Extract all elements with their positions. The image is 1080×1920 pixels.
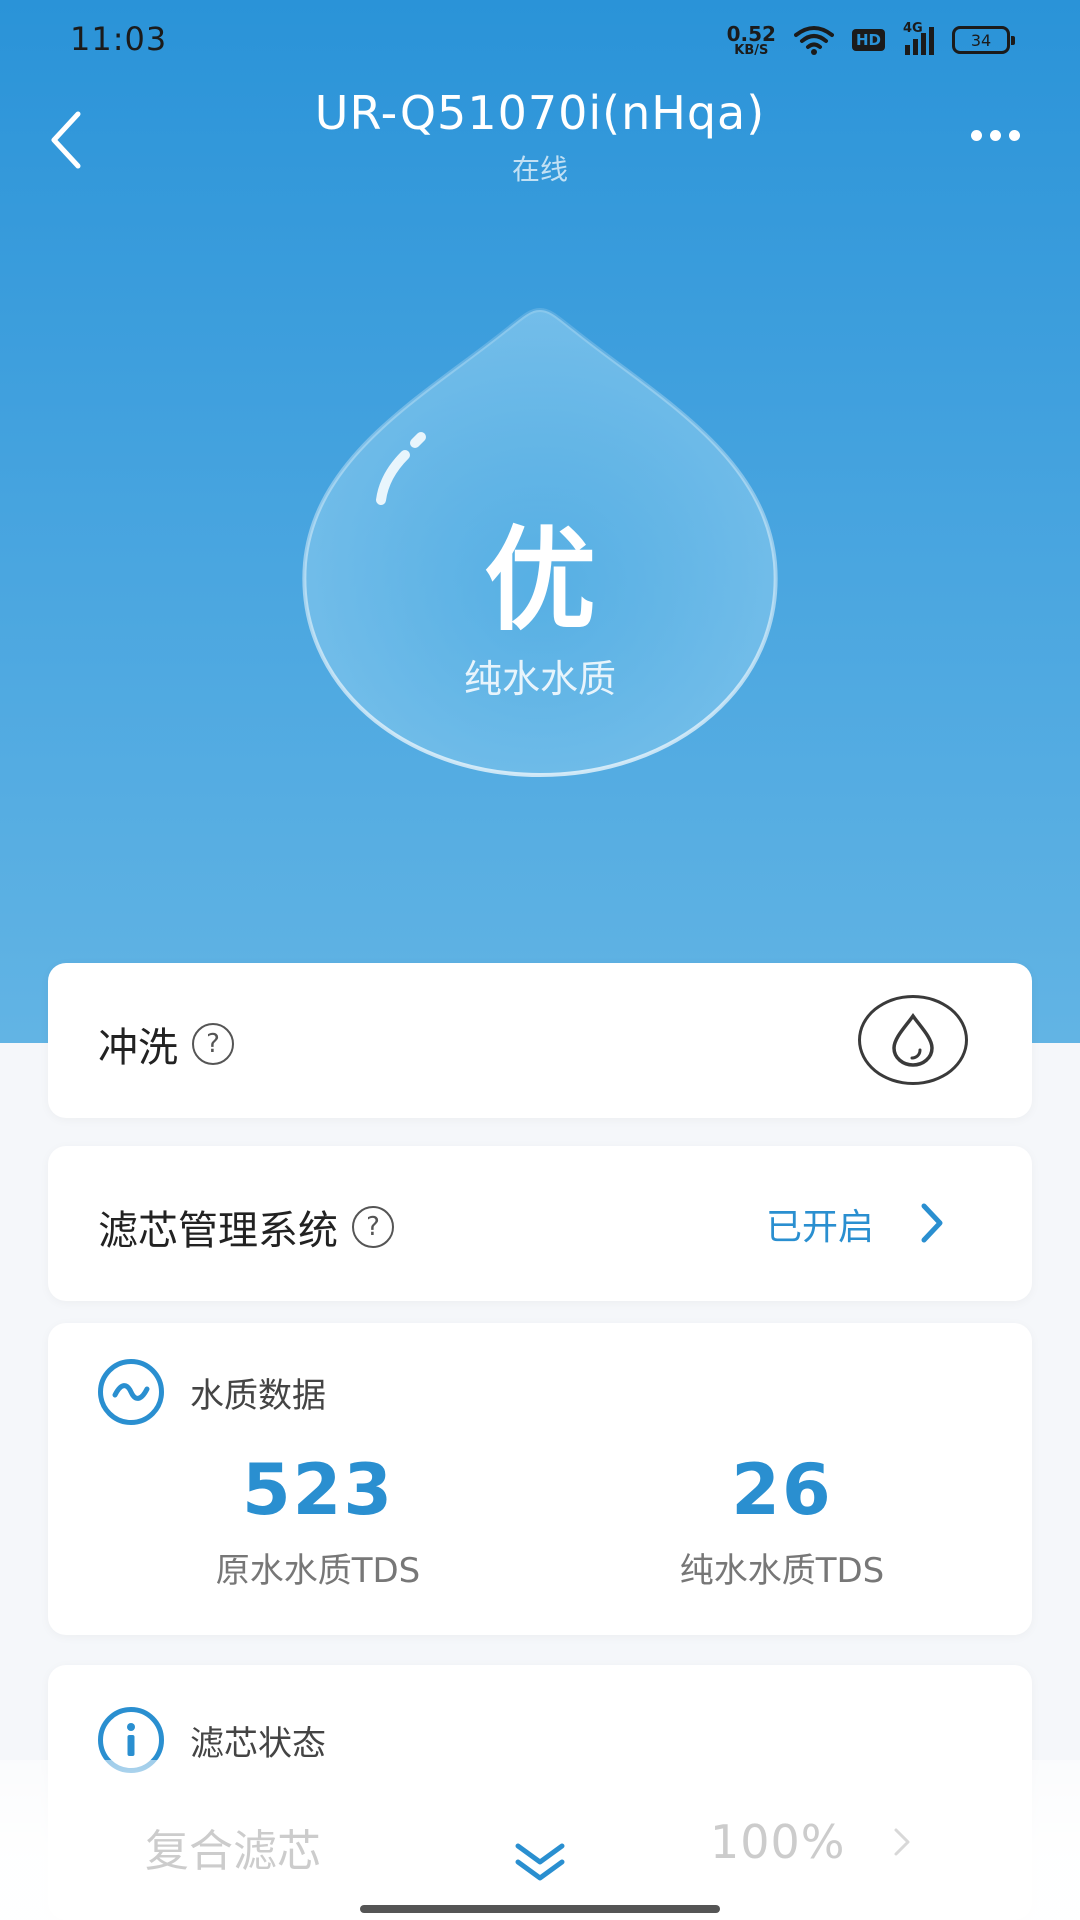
status-time: 11:03: [70, 20, 168, 58]
net-speed: 0.52 KB/S: [727, 24, 776, 57]
battery-icon: 34: [952, 26, 1015, 54]
wifi-icon: [793, 26, 834, 55]
status-bar: 11:03 0.52 KB/S HD 4G 34: [0, 0, 1080, 80]
water-grade: 优: [484, 516, 596, 646]
raw-tds-caption: 原水水质TDS: [215, 1551, 421, 1591]
water-quality-title: 水质数据: [190, 1375, 326, 1416]
home-indicator[interactable]: [360, 1905, 720, 1913]
chevron-right-icon[interactable]: [890, 1822, 914, 1862]
pure-tds-metric: 26 纯水水质TDS: [582, 1449, 982, 1592]
filter-system-label: 滤芯管理系统: [98, 1208, 338, 1254]
signal-icon: 4G: [903, 21, 934, 55]
chevron-right-icon: [921, 1203, 943, 1243]
raw-tds-value: 523: [241, 1449, 395, 1531]
water-quality-card: 水质数据 523 原水水质TDS 26 纯水水质TDS: [48, 1323, 1032, 1635]
flush-label: 冲洗: [98, 1025, 178, 1071]
status-icons: 0.52 KB/S HD 4G 34: [727, 20, 1015, 60]
filter-status-title: 滤芯状态: [190, 1723, 326, 1764]
raw-tds-metric: 523 原水水质TDS: [118, 1449, 518, 1592]
water-quality-header: 水质数据: [98, 1359, 326, 1425]
water-grade-label: 纯水水质: [463, 657, 616, 701]
network-type: 4G: [903, 21, 923, 36]
more-icon[interactable]: [960, 110, 1030, 160]
filter-item-name[interactable]: 复合滤芯: [145, 1815, 321, 1879]
flush-row: 冲洗 ?: [98, 1015, 234, 1073]
back-arrow-icon[interactable]: [40, 100, 120, 180]
hd-badge: HD: [851, 29, 885, 51]
flush-button[interactable]: [858, 995, 968, 1085]
pure-tds-value: 26: [731, 1449, 833, 1531]
flush-card: 冲洗 ?: [48, 963, 1032, 1118]
help-icon[interactable]: ?: [352, 1206, 394, 1248]
double-chevron-down-icon[interactable]: [512, 1840, 568, 1886]
net-speed-unit: KB/S: [734, 42, 769, 58]
filter-item-percent: 100%: [710, 1815, 846, 1869]
filter-system-status: 已开启: [765, 1207, 874, 1248]
page-title: UR-Q51070i(nHqa): [314, 86, 766, 140]
pure-tds-caption: 纯水水质TDS: [679, 1551, 885, 1591]
help-icon[interactable]: ?: [192, 1023, 234, 1065]
filter-system-row: 滤芯管理系统 ?: [98, 1198, 394, 1256]
drop-icon: [892, 1012, 934, 1067]
wave-icon: [98, 1359, 164, 1425]
net-speed-value: 0.52: [726, 21, 776, 46]
connection-status: 在线: [511, 153, 568, 186]
battery-level: 34: [970, 30, 992, 50]
filter-system-card[interactable]: 滤芯管理系统 ? 已开启: [48, 1146, 1032, 1301]
